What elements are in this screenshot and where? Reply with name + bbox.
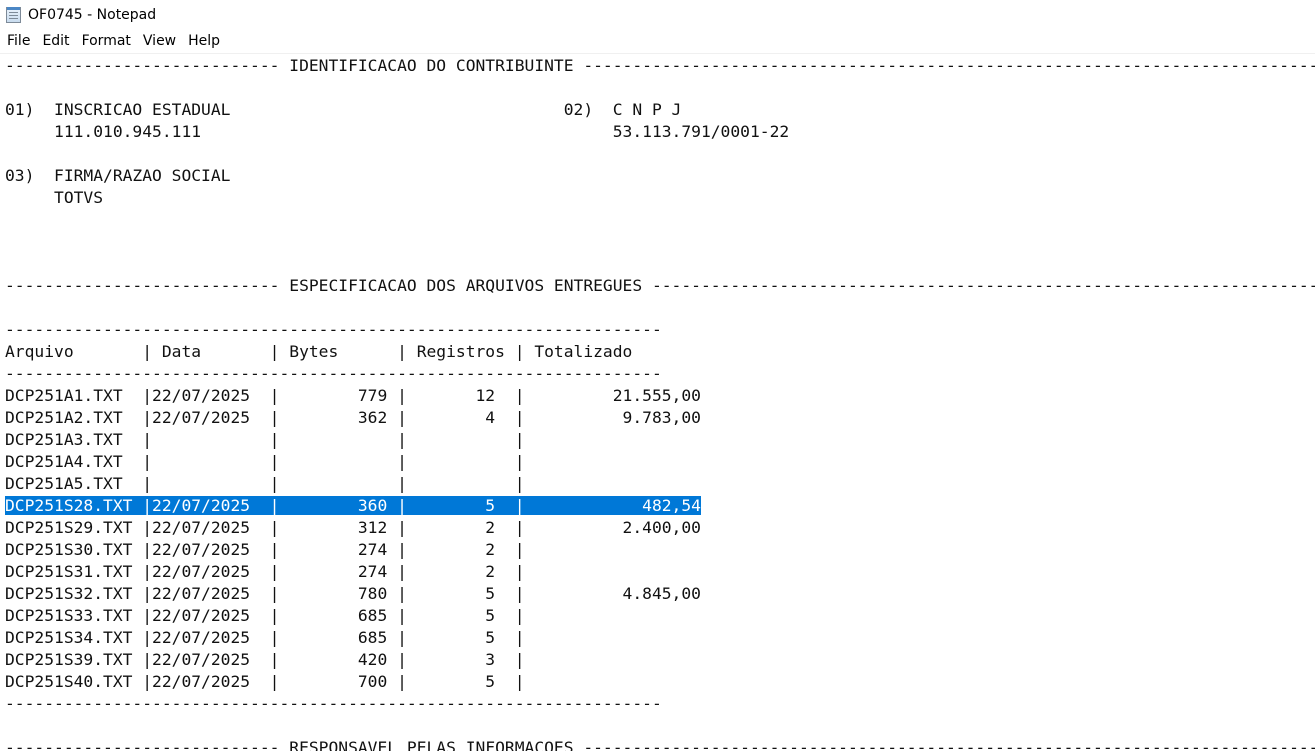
menu-view[interactable]: View bbox=[137, 30, 182, 52]
text-line bbox=[5, 231, 1315, 253]
text-line: 03) FIRMA/RAZAO SOCIAL bbox=[5, 166, 231, 185]
text-line bbox=[5, 77, 1315, 99]
text-line bbox=[5, 297, 1315, 319]
text-line: DCP251S39.TXT |22/07/2025 | 420 | 3 | bbox=[5, 650, 525, 669]
menu-bar: File Edit Format View Help bbox=[0, 30, 1315, 52]
text-editor[interactable]: ---------------------------- IDENTIFICAC… bbox=[5, 55, 1315, 751]
text-line: DCP251A5.TXT | | | | bbox=[5, 474, 525, 493]
text-line: ---------------------------- IDENTIFICAC… bbox=[5, 56, 1315, 75]
text-line: Arquivo | Data | Bytes | Registros | Tot… bbox=[5, 342, 633, 361]
text-line: 111.010.945.111 53.113.791/0001-22 bbox=[5, 122, 790, 141]
text-line bbox=[5, 253, 1315, 275]
text-line: DCP251S29.TXT |22/07/2025 | 312 | 2 | 2.… bbox=[5, 518, 701, 537]
text-line: DCP251S28.TXT |22/07/2025 | 360 | 5 | 48… bbox=[5, 495, 1315, 517]
text-line: ----------------------------------------… bbox=[5, 694, 662, 713]
text-line: DCP251S31.TXT |22/07/2025 | 274 | 2 | bbox=[5, 562, 525, 581]
menu-file[interactable]: File bbox=[0, 30, 36, 52]
text-line bbox=[5, 715, 1315, 737]
text-line: ----------------------------------------… bbox=[5, 320, 662, 339]
text-line bbox=[5, 143, 1315, 165]
text-line: DCP251S33.TXT |22/07/2025 | 685 | 5 | bbox=[5, 606, 525, 625]
selected-text: DCP251S28.TXT |22/07/2025 | 360 | 5 | 48… bbox=[5, 496, 701, 515]
menu-edit[interactable]: Edit bbox=[36, 30, 75, 52]
text-line: DCP251S40.TXT |22/07/2025 | 700 | 5 | bbox=[5, 672, 525, 691]
text-line: DCP251S34.TXT |22/07/2025 | 685 | 5 | bbox=[5, 628, 525, 647]
text-line: DCP251S30.TXT |22/07/2025 | 274 | 2 | bbox=[5, 540, 525, 559]
text-line: DCP251A2.TXT |22/07/2025 | 362 | 4 | 9.7… bbox=[5, 408, 701, 427]
text-line: DCP251A3.TXT | | | | bbox=[5, 430, 525, 449]
text-line: ---------------------------- ESPECIFICAC… bbox=[5, 276, 1315, 295]
menu-divider bbox=[0, 53, 1315, 54]
text-line: DCP251A1.TXT |22/07/2025 | 779 | 12 | 21… bbox=[5, 386, 701, 405]
menu-format[interactable]: Format bbox=[76, 30, 137, 52]
text-line: TOTVS bbox=[5, 188, 104, 207]
text-line: ----------------------------------------… bbox=[5, 364, 662, 383]
text-line: ---------------------------- RESPONSAVEL… bbox=[5, 738, 1315, 751]
text-line bbox=[5, 209, 1315, 231]
window-title: OF0745 - Notepad bbox=[28, 7, 157, 23]
title-bar: OF0745 - Notepad bbox=[0, 0, 1315, 30]
text-line: DCP251A4.TXT | | | | bbox=[5, 452, 525, 471]
notepad-icon bbox=[6, 7, 21, 23]
text-line: DCP251S32.TXT |22/07/2025 | 780 | 5 | 4.… bbox=[5, 584, 701, 603]
menu-help[interactable]: Help bbox=[182, 30, 226, 52]
text-line: 01) INSCRICAO ESTADUAL 02) C N P J bbox=[5, 100, 682, 119]
